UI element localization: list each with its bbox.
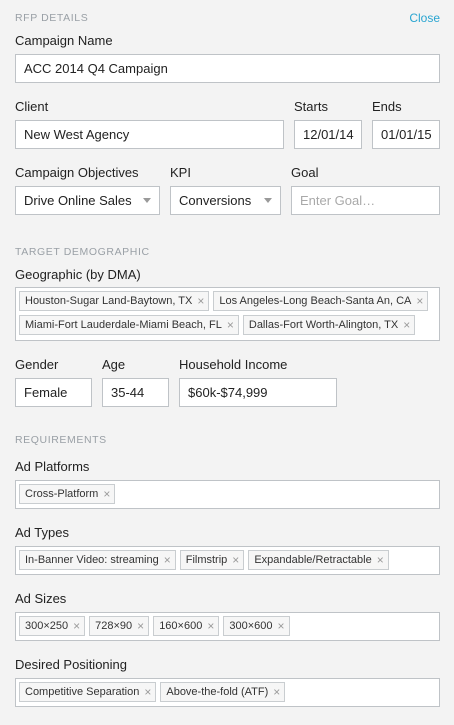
ad-type-tag: Expandable/Retractable × <box>248 550 389 570</box>
kpi-select[interactable]: Conversions <box>170 186 281 215</box>
ad-type-tag: In-Banner Video: streaming × <box>19 550 176 570</box>
ad-platforms-label: Ad Platforms <box>15 459 90 474</box>
campaign-name-label: Campaign Name <box>15 33 113 48</box>
remove-icon[interactable]: × <box>197 292 204 310</box>
remove-icon[interactable]: × <box>144 683 151 701</box>
geographic-tag-input[interactable]: Houston-Sugar Land-Baytown, TX × Los Ange… <box>15 287 440 341</box>
remove-icon[interactable]: × <box>232 551 239 569</box>
ad-sizes-label: Ad Sizes <box>15 591 67 606</box>
remove-icon[interactable]: × <box>227 316 234 334</box>
rfp-details-heading: RFP DETAILS <box>15 12 89 24</box>
desired-positioning-tag-input[interactable]: Competitive Separation × Above-the-fold (… <box>15 678 440 707</box>
household-income-label: Household Income <box>179 357 288 372</box>
remove-icon[interactable]: × <box>277 617 284 635</box>
remove-icon[interactable]: × <box>103 485 110 503</box>
target-demographic-heading: TARGET DEMOGRAPHIC <box>15 246 150 258</box>
kpi-label: KPI <box>170 165 191 180</box>
ad-size-tag: 160×600 × <box>153 616 220 636</box>
geographic-label: Geographic (by DMA) <box>15 267 141 282</box>
rfp-details-panel: RFP DETAILS Close Campaign Name ACC 2014… <box>0 0 454 725</box>
campaign-objectives-select[interactable]: Drive Online Sales <box>15 186 160 215</box>
kpi-value: Conversions <box>179 193 252 208</box>
remove-icon[interactable]: × <box>207 617 214 635</box>
starts-label: Starts <box>294 99 328 114</box>
starts-date-input[interactable]: 12/01/14 <box>294 120 362 149</box>
remove-icon[interactable]: × <box>164 551 171 569</box>
remove-icon[interactable]: × <box>377 551 384 569</box>
remove-icon[interactable]: × <box>416 292 423 310</box>
campaign-objectives-value: Drive Online Sales <box>24 193 132 208</box>
positioning-tag: Competitive Separation × <box>19 682 157 702</box>
geo-tag: Los Angeles-Long Beach-Santa An, CA × <box>213 291 429 311</box>
ends-date-input[interactable]: 01/01/15 <box>372 120 440 149</box>
gender-label: Gender <box>15 357 59 372</box>
client-label: Client <box>15 99 49 114</box>
geo-tag: Miami-Fort Lauderdale-Miami Beach, FL × <box>19 315 239 335</box>
ad-platforms-tag-input[interactable]: Cross-Platform × <box>15 480 440 509</box>
geo-tag: Dallas-Fort Worth-Alington, TX × <box>242 315 416 335</box>
remove-icon[interactable]: × <box>403 316 410 334</box>
close-link[interactable]: Close <box>409 11 440 25</box>
household-income-input[interactable]: $60k-$74,999 <box>179 378 337 407</box>
goal-input[interactable]: Enter Goal… <box>291 186 440 215</box>
ad-size-tag: 300×250 × <box>19 616 86 636</box>
requirements-heading: REQUIREMENTS <box>15 434 107 446</box>
ad-platform-tag: Cross-Platform × <box>19 484 116 504</box>
ad-types-label: Ad Types <box>15 525 69 540</box>
campaign-name-input[interactable]: ACC 2014 Q4 Campaign <box>15 54 440 83</box>
remove-icon[interactable]: × <box>273 683 280 701</box>
geo-tag: Houston-Sugar Land-Baytown, TX × <box>19 291 210 311</box>
chevron-down-icon <box>143 198 151 203</box>
ad-size-tag: 728×90 × <box>89 616 150 636</box>
remove-icon[interactable]: × <box>73 617 80 635</box>
campaign-objectives-label: Campaign Objectives <box>15 165 139 180</box>
desired-positioning-label: Desired Positioning <box>15 657 128 672</box>
ends-label: Ends <box>372 99 402 114</box>
ad-sizes-tag-input[interactable]: 300×250 × 728×90 × 160×600 × 300×600 × <box>15 612 440 641</box>
ad-type-tag: Filmstrip × <box>179 550 245 570</box>
age-input[interactable]: 35-44 <box>102 378 169 407</box>
positioning-tag: Above-the-fold (ATF) × <box>160 682 286 702</box>
ad-types-tag-input[interactable]: In-Banner Video: streaming × Filmstrip × E… <box>15 546 440 575</box>
chevron-down-icon <box>264 198 272 203</box>
client-input[interactable]: New West Agency <box>15 120 284 149</box>
gender-input[interactable]: Female <box>15 378 92 407</box>
ad-size-tag: 300×600 × <box>223 616 290 636</box>
age-label: Age <box>102 357 126 372</box>
goal-label: Goal <box>291 165 319 180</box>
remove-icon[interactable]: × <box>137 617 144 635</box>
